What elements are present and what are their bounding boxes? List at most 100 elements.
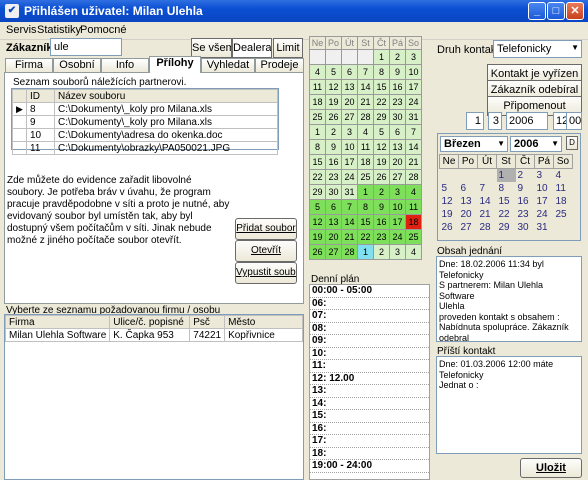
calendar-day[interactable]: 27	[459, 221, 478, 234]
year-select[interactable]: 2006 ▼	[510, 136, 562, 152]
calendar-day[interactable]: 1	[373, 49, 390, 65]
calendar-day[interactable]: 29	[373, 109, 390, 125]
calendar-day[interactable]: 19	[373, 154, 390, 170]
calendar-day[interactable]: 15	[373, 79, 390, 95]
calendar-day[interactable]: 25	[357, 169, 374, 185]
calendar-day[interactable]	[440, 169, 459, 183]
calendar-day[interactable]: 14	[405, 139, 422, 155]
calendar-day[interactable]	[341, 49, 358, 65]
calendar-day[interactable]	[357, 49, 374, 65]
contact-type-select[interactable]: Telefonicky ▼	[493, 40, 582, 58]
calendar-day[interactable]	[459, 169, 478, 183]
calendar-day[interactable]: 1	[357, 244, 374, 260]
calendar-day[interactable]: 22	[357, 229, 374, 245]
date-month-input[interactable]: 3	[488, 112, 502, 130]
calendar-day[interactable]: 25	[309, 109, 326, 125]
calendar-day[interactable]: 7	[478, 182, 497, 195]
plan-slot[interactable]: 17:	[310, 435, 429, 448]
table-row[interactable]: Milan Ulehla Software K. Čapka 953 74221…	[4, 328, 303, 342]
calendar-day[interactable]: 5	[373, 124, 390, 140]
calendar-day[interactable]: 4	[405, 184, 422, 200]
calendar-day[interactable]: 20	[459, 208, 478, 221]
calendar-day[interactable]: 23	[516, 208, 535, 221]
calendar-day[interactable]: 6	[389, 124, 406, 140]
calendar-day[interactable]: 7	[357, 64, 374, 80]
calendar-day[interactable]: 16	[325, 154, 342, 170]
calendar-day[interactable]: 2	[389, 49, 406, 65]
calendar-day[interactable]: 2	[325, 124, 342, 140]
save-button[interactable]: Uložit	[520, 458, 582, 478]
calendar-day[interactable]: 21	[341, 229, 358, 245]
menu-pomocne[interactable]: Pomocné	[80, 24, 126, 36]
plan-slot[interactable]: 08:	[310, 323, 429, 335]
calendar-day[interactable]: 5	[309, 199, 326, 215]
calendar-day[interactable]: 23	[325, 169, 342, 185]
calendar-day[interactable]: 3	[389, 184, 406, 200]
tab-prodeje[interactable]: Prodeje	[255, 58, 304, 72]
plan-slot[interactable]: 10:	[310, 348, 429, 360]
calendar-day[interactable]: 16	[516, 195, 535, 208]
calendar-day[interactable]: 3	[389, 244, 406, 260]
calendar-day[interactable]: 15	[497, 195, 516, 208]
calendar-day[interactable]: 11	[357, 139, 374, 155]
calendar-day[interactable]: 3	[341, 124, 358, 140]
tab-firma[interactable]: Firma	[5, 58, 53, 72]
date-year-input[interactable]: 2006	[506, 112, 548, 130]
menu-statistiky[interactable]: Statistiky	[37, 24, 81, 36]
calendar-day[interactable]: 21	[478, 208, 497, 221]
calendar-day[interactable]: 28	[478, 221, 497, 234]
calendar-day[interactable]: 24	[405, 94, 422, 110]
calendar-day[interactable]: 10	[389, 199, 406, 215]
calendar-day[interactable]: 26	[309, 244, 326, 260]
plan-slot[interactable]: 06:	[310, 298, 429, 310]
col-ulice[interactable]: Ulice/č. popisné	[109, 315, 191, 329]
calendar-day[interactable]: 24	[389, 229, 406, 245]
calendar-day[interactable]: 15	[309, 154, 326, 170]
calendar-day[interactable]: 7	[341, 199, 358, 215]
calendar-day[interactable]: 12	[325, 79, 342, 95]
limit-button[interactable]: Limit	[273, 38, 303, 58]
notes-textarea[interactable]: Dne: 18.02.2006 11:34 byl Telefonicky S …	[436, 256, 582, 342]
plan-slot[interactable]: 12: 12.00	[310, 373, 429, 385]
day-plan[interactable]: 00:00 - 05:00 06: 07: 08: 09: 10: 11: 12: 12.00…	[309, 284, 430, 480]
calendar-day[interactable]: 12	[440, 195, 459, 208]
calendar-day[interactable]: 2	[373, 244, 390, 260]
calendar-day[interactable]: 18	[554, 195, 573, 208]
calendar-day[interactable]: 10	[535, 182, 554, 195]
calendar-day[interactable]: 30	[389, 109, 406, 125]
remove-file-button[interactable]: Vypustit soubor	[235, 262, 297, 284]
calendar-day[interactable]: 31	[405, 109, 422, 125]
plan-slot[interactable]: 19:00 - 24:00	[310, 460, 429, 473]
calendar-day[interactable]: 10	[405, 64, 422, 80]
calendar-day[interactable]: 24	[341, 169, 358, 185]
calendar-day[interactable]: 10	[341, 139, 358, 155]
calendar-day[interactable]: 4	[309, 64, 326, 80]
calendar-day[interactable]: 22	[373, 94, 390, 110]
calendar-day[interactable]: 16	[373, 214, 390, 230]
firms-table[interactable]: Firma Ulice/č. popisné Psč Město Milan U…	[4, 314, 304, 480]
calendar-day[interactable]: 11	[309, 79, 326, 95]
plan-slot[interactable]: 00:00 - 05:00	[310, 285, 429, 298]
calendar-day[interactable]: 1	[496, 168, 516, 182]
calendar-day[interactable]: 21	[405, 154, 422, 170]
calendar-day[interactable]	[554, 221, 573, 234]
calendar-day[interactable]: 17	[535, 195, 554, 208]
calendar-day[interactable]: 28	[341, 244, 358, 260]
calendar-day[interactable]: 1	[357, 184, 374, 200]
calendar-day[interactable]: 14	[357, 79, 374, 95]
calendar-day[interactable]: 18	[357, 154, 374, 170]
add-file-button[interactable]: Přidat soubor	[235, 218, 297, 240]
menu-servis[interactable]: Servis	[6, 24, 37, 36]
col-psc[interactable]: Psč	[189, 315, 226, 329]
calendar-day[interactable]: 22	[497, 208, 516, 221]
calendar-day[interactable]: 30	[325, 184, 342, 200]
calendar-day[interactable]: 6	[341, 64, 358, 80]
calendar-day[interactable]: 20	[389, 154, 406, 170]
date-day-input[interactable]: 1	[466, 112, 484, 130]
calendar-day[interactable]: 23	[389, 94, 406, 110]
calendar-day[interactable]: 1	[309, 124, 326, 140]
calendar-day[interactable]: 6	[459, 182, 478, 195]
calendar-day[interactable]: 28	[357, 109, 374, 125]
calendar-day[interactable]: 27	[389, 169, 406, 185]
all-button[interactable]: Se všemi	[191, 38, 232, 58]
